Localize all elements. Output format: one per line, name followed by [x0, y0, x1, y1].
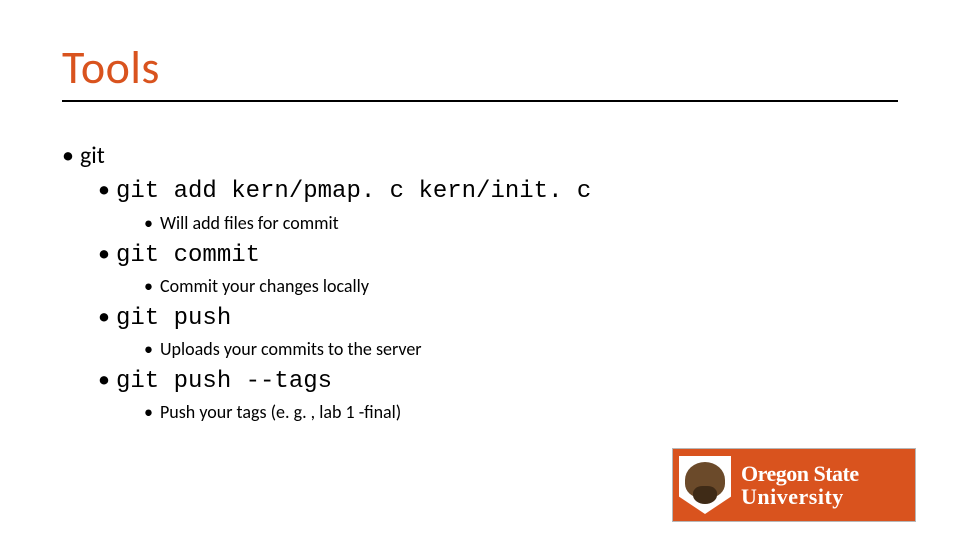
cmd-text: git add kern/pmap. c kern/init. c: [116, 178, 591, 205]
osu-logo-line1: Oregon State: [741, 462, 859, 485]
bullet-cmd: git commit Commit your changes locally: [98, 238, 882, 301]
bullet-cmd: git add kern/pmap. c kern/init. c Will a…: [98, 174, 882, 237]
beaver-tail-icon: [693, 486, 717, 504]
osu-logo-text: Oregon State University: [741, 462, 859, 508]
bullet-git-label: git: [80, 141, 105, 170]
osu-logo: Oregon State University: [672, 448, 916, 522]
bullet-desc: Commit your changes locally: [144, 272, 882, 301]
osu-shield-icon: [679, 456, 731, 514]
title-underline: [62, 100, 898, 102]
bullet-desc: Will add files for commit: [144, 209, 882, 238]
bullet-cmd: git push Uploads your commits to the ser…: [98, 301, 882, 364]
bullet-desc: Push your tags (e. g. , lab 1 -final): [144, 398, 882, 427]
bullet-cmd: git push --tags Push your tags (e. g. , …: [98, 364, 882, 427]
slide: Tools git git add kern/pmap. c kern/init…: [0, 0, 960, 540]
osu-logo-line2: University: [741, 485, 859, 508]
cmd-text: git push --tags: [116, 368, 332, 395]
bullet-desc: Uploads your commits to the server: [144, 335, 882, 364]
slide-title: Tools: [62, 40, 160, 96]
cmd-text: git commit: [116, 242, 260, 269]
slide-content: git git add kern/pmap. c kern/init. c Wi…: [62, 140, 882, 429]
cmd-text: git push: [116, 305, 231, 332]
bullet-git: git git add kern/pmap. c kern/init. c Wi…: [62, 140, 882, 427]
